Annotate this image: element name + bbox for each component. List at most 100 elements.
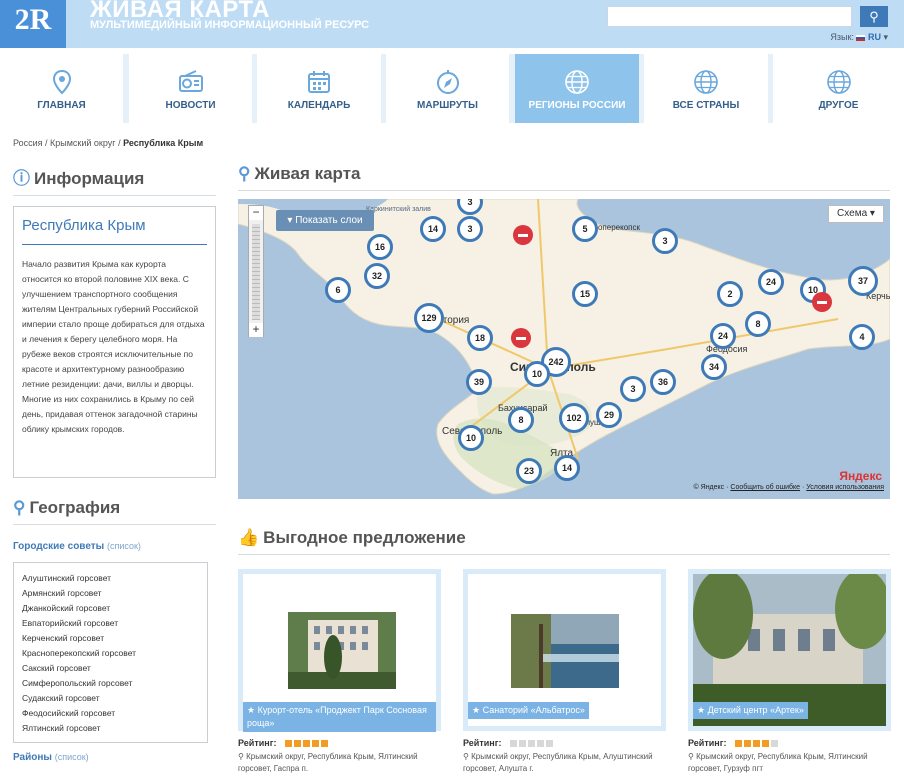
- zoom-in-button[interactable]: +: [249, 323, 263, 337]
- map-cluster-marker[interactable]: 6: [325, 277, 351, 303]
- map-type-dropdown[interactable]: Схема ▾: [828, 205, 884, 223]
- search-button[interactable]: ⚲: [860, 6, 888, 27]
- location-pin-icon: ⚲: [463, 752, 469, 761]
- offer-title: Санаторий «Альбатрос»: [482, 705, 585, 715]
- map-cluster-marker[interactable]: 18: [467, 325, 493, 351]
- rating-star: [770, 740, 778, 748]
- list-item[interactable]: Сакский горсовет: [22, 661, 199, 676]
- offer-card-body: ★ Детский центр «Артек»: [693, 574, 886, 726]
- tab-news[interactable]: НОВОСТИ: [129, 54, 252, 123]
- address-text: Крымский округ, Республика Крым, Ялтинск…: [688, 752, 868, 773]
- map-cluster-marker[interactable]: 129: [414, 303, 444, 333]
- rating-star: [293, 740, 301, 748]
- map-cluster-marker[interactable]: 14: [420, 216, 446, 242]
- offer-card[interactable]: ★ Санаторий «Альбатрос»: [463, 569, 666, 731]
- bed-icon[interactable]: ▬: [511, 328, 531, 348]
- info-panel: Республика Крым Начало развития Крыма ка…: [13, 206, 216, 478]
- location-pin-icon: [48, 68, 76, 96]
- map-cluster-marker[interactable]: 8: [745, 311, 771, 337]
- map-cluster-marker[interactable]: 32: [364, 263, 390, 289]
- show-layers-button[interactable]: ▾ Показать слои: [276, 210, 374, 231]
- breadcrumb-link[interactable]: Россия: [13, 138, 43, 148]
- list-item[interactable]: Джанкойский горсовет: [22, 601, 199, 616]
- list-item[interactable]: Ялтинский горсовет: [22, 721, 199, 736]
- list-item[interactable]: Красноперекопский горсовет: [22, 646, 199, 661]
- map-cluster-marker[interactable]: 3: [457, 216, 483, 242]
- site-logo[interactable]: 2R: [0, 0, 66, 48]
- offer-card-body: ★ Санаторий «Альбатрос»: [468, 574, 661, 726]
- map-cluster-marker[interactable]: 3: [620, 376, 646, 402]
- map-cluster-marker[interactable]: 102: [559, 403, 589, 433]
- map-cluster-marker[interactable]: 16: [367, 234, 393, 260]
- list-item[interactable]: Армянский горсовет: [22, 586, 199, 601]
- map-cluster-marker[interactable]: 29: [596, 402, 622, 428]
- tab-routes[interactable]: МАРШРУТЫ: [386, 54, 509, 123]
- location-pin-icon: ⚲: [238, 164, 251, 183]
- map-cluster-marker[interactable]: 8: [508, 407, 534, 433]
- geography-heading: ⚲ География: [13, 498, 216, 525]
- report-error-link[interactable]: Сообщить об ошибке: [730, 484, 800, 491]
- map-cluster-marker[interactable]: 34: [701, 354, 727, 380]
- tab-other[interactable]: ДРУГОЕ: [773, 54, 904, 123]
- list-item[interactable]: Евпаторийский горсовет: [22, 616, 199, 631]
- map-cluster-marker[interactable]: 39: [466, 369, 492, 395]
- tab-label: ГЛАВНАЯ: [37, 100, 86, 111]
- map-cluster-marker[interactable]: 15: [572, 281, 598, 307]
- zoom-out-button[interactable]: −: [249, 206, 263, 220]
- map-cluster-marker[interactable]: 10: [524, 361, 550, 387]
- info-heading: ⓘ Информация: [13, 164, 216, 196]
- search-input[interactable]: [607, 6, 852, 27]
- zoom-slider[interactable]: [252, 224, 260, 320]
- map-cluster-marker[interactable]: 2: [717, 281, 743, 307]
- address-text: Крымский округ, Республика Крым, Ялтинск…: [238, 752, 418, 773]
- breadcrumb-link[interactable]: Крымский округ: [50, 138, 116, 148]
- rating-star: [527, 740, 535, 748]
- offer-title: Курорт-отель «Проджект Парк Сосновая рощ…: [247, 705, 427, 728]
- map-cluster-marker[interactable]: 14: [554, 455, 580, 481]
- bed-icon[interactable]: ▬: [513, 225, 533, 245]
- map-cluster-marker[interactable]: 5: [572, 216, 598, 242]
- offer-card[interactable]: ★ Курорт-отель «Проджект Парк Сосновая р…: [238, 569, 441, 732]
- heading-text: Выгодное предложение: [263, 528, 466, 547]
- offer-rating: Рейтинг:: [463, 738, 555, 748]
- map-cluster-marker[interactable]: 4: [849, 324, 875, 350]
- tab-russia-regions[interactable]: РЕГИОНЫ РОССИИ: [515, 54, 639, 123]
- map-cluster-marker[interactable]: 37: [848, 266, 878, 296]
- map-cluster-marker[interactable]: 3: [652, 228, 678, 254]
- list-item[interactable]: Судакский горсовет: [22, 691, 199, 706]
- radio-icon: [177, 68, 205, 96]
- districts-list-link[interactable]: (список): [55, 752, 89, 762]
- bed-icon[interactable]: ▬: [812, 292, 832, 312]
- map-cluster-marker[interactable]: 10: [458, 425, 484, 451]
- star-icon: ★: [247, 705, 256, 715]
- map-cluster-marker[interactable]: 23: [516, 458, 542, 484]
- tab-all-countries[interactable]: ВСЕ СТРАНЫ: [644, 54, 768, 123]
- councils-list-link[interactable]: (список): [107, 541, 141, 551]
- address-text: Крымский округ, Республика Крым, Алуштин…: [463, 752, 653, 773]
- language-label: Язык:: [830, 32, 854, 42]
- rating-label: Рейтинг:: [463, 738, 502, 748]
- zoom-control: − +: [248, 205, 264, 337]
- language-selector[interactable]: Язык: RU ▾: [830, 32, 888, 43]
- districts-label[interactable]: Районы (список): [13, 752, 89, 763]
- rating-star: [743, 740, 751, 748]
- thumbs-up-icon: 👍: [238, 528, 260, 547]
- list-item[interactable]: Алуштинский горсовет: [22, 571, 199, 586]
- map-label: Каркинитский залив: [366, 205, 431, 213]
- map-cluster-marker[interactable]: 24: [710, 323, 736, 349]
- tab-calendar[interactable]: КАЛЕНДАРЬ: [257, 54, 381, 123]
- councils-label-text: Городские советы: [13, 541, 105, 552]
- list-item[interactable]: Симферопольский горсовет: [22, 676, 199, 691]
- globe-icon: [563, 68, 591, 96]
- city-councils-label[interactable]: Городские советы (список): [13, 541, 141, 552]
- list-item[interactable]: Керченский горсовет: [22, 631, 199, 646]
- offer-card[interactable]: ★ Детский центр «Артек»: [688, 569, 891, 731]
- list-item[interactable]: Феодосийский горсовет: [22, 706, 199, 721]
- tab-home[interactable]: ГЛАВНАЯ: [0, 54, 123, 123]
- map-cluster-marker[interactable]: 24: [758, 269, 784, 295]
- location-pin-icon: ⚲: [688, 752, 694, 761]
- map-cluster-marker[interactable]: 36: [650, 369, 676, 395]
- offer-title: Детский центр «Артек»: [707, 705, 804, 715]
- interactive-map[interactable]: Евпатория Симферополь Бахчисарай Севасто…: [238, 199, 890, 499]
- terms-of-use-link[interactable]: Условия использования: [806, 484, 884, 491]
